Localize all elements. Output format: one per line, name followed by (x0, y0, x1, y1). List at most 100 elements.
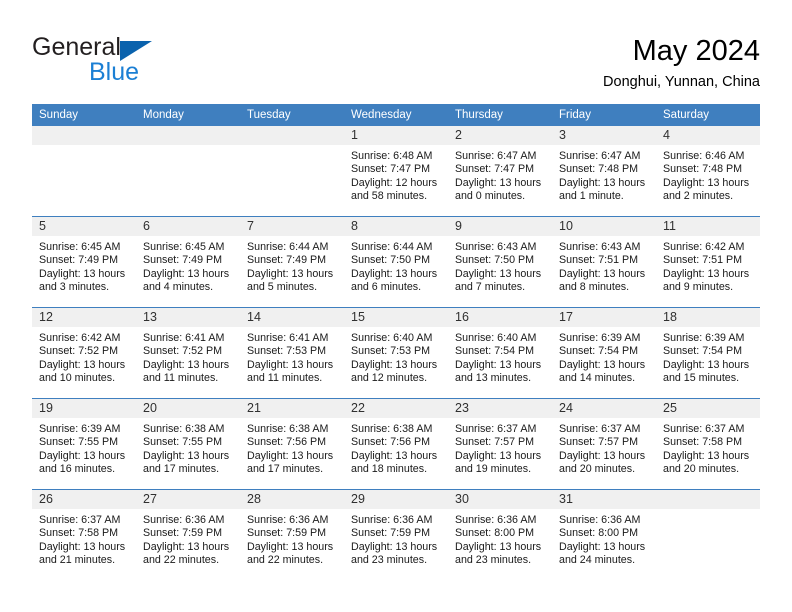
sunset-text: Sunset: 7:51 PM (559, 254, 639, 267)
calendar-day-cell[interactable]: 30 Sunrise: 6:36 AM Sunset: 8:00 PM Dayligh… (448, 490, 552, 580)
sunset-text: Sunset: 7:47 PM (455, 163, 535, 176)
calendar-day-cell[interactable]: 5 Sunrise: 6:45 AM Sunset: 7:49 PM Daylight… (32, 217, 136, 307)
sunrise-text: Sunrise: 6:36 AM (143, 514, 225, 526)
daylight-text-cont: and 6 minutes. (351, 281, 422, 294)
calendar-day-cell[interactable]: 13 Sunrise: 6:41 AM Sunset: 7:52 PM Dayligh… (136, 308, 240, 398)
calendar-day-cell[interactable]: 29 Sunrise: 6:36 AM Sunset: 7:59 PM Dayligh… (344, 490, 448, 580)
daylight-text: Daylight: 12 hours (351, 176, 438, 189)
calendar-day-cell[interactable]: 25 Sunrise: 6:37 AM Sunset: 7:58 PM Dayligh… (656, 399, 760, 489)
calendar-day-cell[interactable]: 9 Sunrise: 6:43 AM Sunset: 7:50 PM Daylight… (448, 217, 552, 307)
day-number (240, 126, 344, 145)
day-sun-info: Sunrise: 6:47 AM Sunset: 7:48 PM Daylight:… (552, 145, 656, 204)
calendar-day-cell[interactable]: 19 Sunrise: 6:39 AM Sunset: 7:55 PM Dayligh… (32, 399, 136, 489)
day-number: 6 (136, 217, 240, 236)
sunset-text: Sunset: 7:56 PM (351, 436, 431, 449)
day-sun-info: Sunrise: 6:45 AM Sunset: 7:49 PM Daylight:… (136, 236, 240, 295)
day-number: 14 (240, 308, 344, 327)
daylight-text-cont: and 3 minutes. (39, 281, 110, 294)
calendar-day-cell[interactable]: 10 Sunrise: 6:43 AM Sunset: 7:51 PM Dayligh… (552, 217, 656, 307)
daylight-text: Daylight: 13 hours (351, 540, 438, 553)
calendar-day-cell[interactable]: 2 Sunrise: 6:47 AM Sunset: 7:47 PM Daylight… (448, 126, 552, 216)
calendar-day-cell[interactable]: 14 Sunrise: 6:41 AM Sunset: 7:53 PM Dayligh… (240, 308, 344, 398)
day-sun-info: Sunrise: 6:36 AM Sunset: 8:00 PM Daylight:… (552, 509, 656, 568)
calendar-day-cell[interactable]: 11 Sunrise: 6:42 AM Sunset: 7:51 PM Dayligh… (656, 217, 760, 307)
daylight-text: Daylight: 13 hours (455, 540, 542, 553)
general-blue-logo[interactable]: General Blue (32, 33, 232, 91)
daylight-text-cont: and 58 minutes. (351, 190, 428, 203)
calendar-day-cell[interactable]: 8 Sunrise: 6:44 AM Sunset: 7:50 PM Daylight… (344, 217, 448, 307)
calendar-day-cell[interactable]: 23 Sunrise: 6:37 AM Sunset: 7:57 PM Dayligh… (448, 399, 552, 489)
daylight-text-cont: and 24 minutes. (559, 554, 636, 567)
sunrise-text: Sunrise: 6:39 AM (663, 332, 745, 344)
day-number: 20 (136, 399, 240, 418)
calendar-day-cell[interactable]: 17 Sunrise: 6:39 AM Sunset: 7:54 PM Dayligh… (552, 308, 656, 398)
weekday-header-wednesday: Wednesday (344, 104, 448, 126)
daylight-text: Daylight: 13 hours (663, 358, 750, 371)
calendar-day-cell[interactable]: 7 Sunrise: 6:44 AM Sunset: 7:49 PM Daylight… (240, 217, 344, 307)
sunset-text: Sunset: 7:59 PM (247, 527, 327, 540)
calendar-day-cell[interactable]: 26 Sunrise: 6:37 AM Sunset: 7:58 PM Dayligh… (32, 490, 136, 580)
sunset-text: Sunset: 7:54 PM (559, 345, 639, 358)
calendar-day-cell[interactable]: 3 Sunrise: 6:47 AM Sunset: 7:48 PM Daylight… (552, 126, 656, 216)
sunset-text: Sunset: 7:56 PM (247, 436, 327, 449)
day-sun-info: Sunrise: 6:41 AM Sunset: 7:52 PM Daylight:… (136, 327, 240, 386)
calendar-day-cell[interactable]: 21 Sunrise: 6:38 AM Sunset: 7:56 PM Dayligh… (240, 399, 344, 489)
daylight-text-cont: and 0 minutes. (455, 190, 526, 203)
calendar-day-cell[interactable]: 27 Sunrise: 6:36 AM Sunset: 7:59 PM Dayligh… (136, 490, 240, 580)
day-number: 12 (32, 308, 136, 327)
daylight-text-cont: and 22 minutes. (143, 554, 220, 567)
day-sun-info: Sunrise: 6:38 AM Sunset: 7:56 PM Daylight:… (240, 418, 344, 477)
weekday-header-sunday: Sunday (32, 104, 136, 126)
daylight-text-cont: and 16 minutes. (39, 463, 116, 476)
calendar-day-cell[interactable]: 12 Sunrise: 6:42 AM Sunset: 7:52 PM Dayligh… (32, 308, 136, 398)
calendar-day-cell[interactable]: 6 Sunrise: 6:45 AM Sunset: 7:49 PM Daylight… (136, 217, 240, 307)
calendar-day-cell[interactable]: 15 Sunrise: 6:40 AM Sunset: 7:53 PM Dayligh… (344, 308, 448, 398)
day-sun-info: Sunrise: 6:40 AM Sunset: 7:54 PM Daylight:… (448, 327, 552, 386)
calendar-week-row: 1 Sunrise: 6:48 AM Sunset: 7:47 PM Daylight… (32, 126, 760, 217)
calendar-day-cell[interactable]: 18 Sunrise: 6:39 AM Sunset: 7:54 PM Dayligh… (656, 308, 760, 398)
daylight-text-cont: and 17 minutes. (247, 463, 324, 476)
sunrise-text: Sunrise: 6:40 AM (455, 332, 537, 344)
day-number: 29 (344, 490, 448, 509)
calendar-day-cell[interactable]: 22 Sunrise: 6:38 AM Sunset: 7:56 PM Dayligh… (344, 399, 448, 489)
calendar-day-cell[interactable]: 1 Sunrise: 6:48 AM Sunset: 7:47 PM Daylight… (344, 126, 448, 216)
daylight-text: Daylight: 13 hours (455, 267, 542, 280)
calendar-day-cell[interactable]: 4 Sunrise: 6:46 AM Sunset: 7:48 PM Daylight… (656, 126, 760, 216)
sunrise-text: Sunrise: 6:43 AM (455, 241, 537, 253)
daylight-text: Daylight: 13 hours (351, 267, 438, 280)
daylight-text: Daylight: 13 hours (559, 540, 646, 553)
day-sun-info: Sunrise: 6:48 AM Sunset: 7:47 PM Daylight:… (344, 145, 448, 204)
weekday-header-monday: Monday (136, 104, 240, 126)
day-sun-info: Sunrise: 6:43 AM Sunset: 7:50 PM Daylight:… (448, 236, 552, 295)
sunrise-text: Sunrise: 6:38 AM (247, 423, 329, 435)
calendar-day-cell[interactable]: 16 Sunrise: 6:40 AM Sunset: 7:54 PM Dayligh… (448, 308, 552, 398)
daylight-text: Daylight: 13 hours (663, 449, 750, 462)
day-sun-info: Sunrise: 6:38 AM Sunset: 7:55 PM Daylight:… (136, 418, 240, 477)
day-sun-info: Sunrise: 6:42 AM Sunset: 7:52 PM Daylight:… (32, 327, 136, 386)
daylight-text-cont: and 11 minutes. (143, 372, 219, 385)
daylight-text-cont: and 12 minutes. (351, 372, 428, 385)
weekday-header-saturday: Saturday (656, 104, 760, 126)
day-number: 18 (656, 308, 760, 327)
day-sun-info: Sunrise: 6:37 AM Sunset: 7:57 PM Daylight:… (448, 418, 552, 477)
calendar-day-cell[interactable]: 31 Sunrise: 6:36 AM Sunset: 8:00 PM Dayligh… (552, 490, 656, 580)
day-sun-info: Sunrise: 6:39 AM Sunset: 7:55 PM Daylight:… (32, 418, 136, 477)
weekday-header-thursday: Thursday (448, 104, 552, 126)
calendar-day-cell[interactable]: 20 Sunrise: 6:38 AM Sunset: 7:55 PM Dayligh… (136, 399, 240, 489)
day-sun-info: Sunrise: 6:44 AM Sunset: 7:49 PM Daylight:… (240, 236, 344, 295)
calendar-day-cell[interactable]: 28 Sunrise: 6:36 AM Sunset: 7:59 PM Dayligh… (240, 490, 344, 580)
day-number: 27 (136, 490, 240, 509)
day-sun-info: Sunrise: 6:39 AM Sunset: 7:54 PM Daylight:… (656, 327, 760, 386)
sunrise-text: Sunrise: 6:39 AM (39, 423, 121, 435)
day-number: 4 (656, 126, 760, 145)
calendar-day-cell[interactable]: 24 Sunrise: 6:37 AM Sunset: 7:57 PM Dayligh… (552, 399, 656, 489)
sunset-text: Sunset: 7:57 PM (559, 436, 639, 449)
daylight-text-cont: and 5 minutes. (247, 281, 318, 294)
daylight-text-cont: and 20 minutes. (559, 463, 636, 476)
day-number: 5 (32, 217, 136, 236)
sunset-text: Sunset: 7:59 PM (351, 527, 431, 540)
sunset-text: Sunset: 7:59 PM (143, 527, 223, 540)
daylight-text-cont: and 21 minutes. (39, 554, 116, 567)
title-block: May 2024 Donghui, Yunnan, China (603, 33, 760, 93)
day-sun-info: Sunrise: 6:47 AM Sunset: 7:47 PM Daylight:… (448, 145, 552, 204)
